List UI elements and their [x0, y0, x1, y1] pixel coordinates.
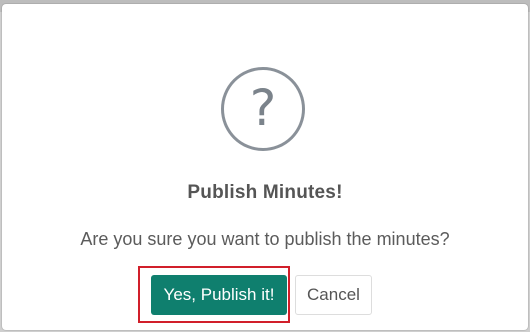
publish-confirm-button[interactable]: Yes, Publish it! [151, 275, 287, 315]
dialog-actions: Yes, Publish it! Cancel [2, 266, 528, 324]
dialog-message: Are you sure you want to publish the min… [80, 229, 450, 249]
confirm-dialog: ? Publish Minutes! Are you sure you want… [2, 4, 528, 330]
cancel-button[interactable]: Cancel [295, 275, 372, 315]
question-circle-icon: ? [221, 67, 305, 151]
question-mark-glyph: ? [249, 79, 277, 137]
dialog-title: Publish Minutes! [187, 182, 343, 203]
